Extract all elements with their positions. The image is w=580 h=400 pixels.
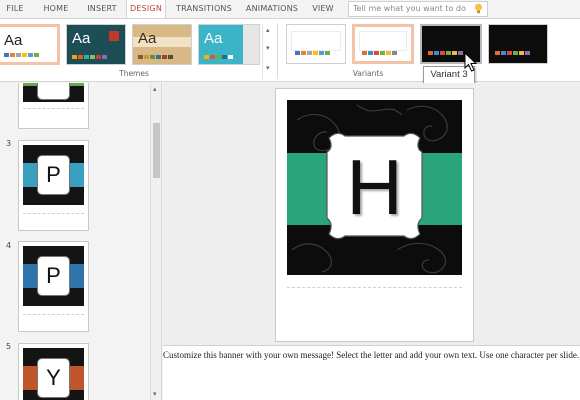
slide-number: 5 bbox=[6, 342, 12, 351]
tab-home[interactable]: HOME bbox=[36, 0, 76, 18]
theme-wood[interactable]: Aa bbox=[132, 24, 192, 65]
tab-design[interactable]: DESIGN bbox=[126, 0, 166, 19]
variant-1[interactable] bbox=[286, 24, 346, 64]
slide-thumbnail-3[interactable]: P bbox=[18, 140, 89, 231]
tell-me-search[interactable]: Tell me what you want to do bbox=[348, 1, 488, 17]
theme-sample-text: Aa bbox=[138, 30, 157, 47]
thumbnails-scrollbar[interactable]: ▴ ▾ bbox=[150, 83, 161, 400]
theme-office[interactable]: Aa bbox=[0, 24, 60, 65]
slide-letter[interactable]: H bbox=[327, 140, 422, 235]
thumbnail-letter: Y bbox=[37, 358, 70, 398]
thumbnail-divider bbox=[23, 108, 84, 109]
notes-pane[interactable]: Customize this banner with your own mess… bbox=[163, 345, 580, 400]
theme-color-swatches bbox=[72, 55, 107, 59]
thumbnail-divider bbox=[23, 314, 84, 315]
thumbnail-letter: P bbox=[37, 155, 70, 195]
theme-color-swatches bbox=[138, 55, 173, 59]
scrollbar-thumb[interactable] bbox=[153, 123, 160, 178]
thumbnail-letter-card bbox=[37, 83, 70, 100]
theme-accent-block bbox=[109, 31, 119, 41]
scroll-up-icon[interactable]: ▴ bbox=[153, 85, 157, 93]
design-ribbon: Aa Aa Aa Aa ▴ ▾ ▾ Themes Variants bbox=[0, 18, 580, 82]
current-slide[interactable]: H bbox=[275, 88, 474, 342]
variant-2[interactable] bbox=[352, 24, 414, 64]
tab-file[interactable]: FILE bbox=[0, 0, 30, 18]
chevron-down-icon[interactable]: ▾ bbox=[266, 44, 270, 52]
theme-blue[interactable]: Aa bbox=[198, 24, 260, 65]
themes-gallery-scroll[interactable]: ▴ ▾ ▾ bbox=[262, 24, 274, 80]
slide-thumbnail-4[interactable]: P bbox=[18, 241, 89, 332]
thumbnail-background bbox=[23, 83, 84, 102]
scroll-down-icon[interactable]: ▾ bbox=[153, 390, 157, 398]
more-icon[interactable]: ▾ bbox=[266, 64, 270, 72]
tell-me-placeholder: Tell me what you want to do bbox=[353, 4, 466, 13]
tab-animations[interactable]: ANIMATIONS bbox=[242, 0, 302, 18]
slide-background: H bbox=[287, 100, 462, 275]
variant-preview bbox=[291, 31, 341, 51]
theme-color-swatches bbox=[4, 53, 39, 57]
theme-color-swatches bbox=[204, 55, 233, 59]
slide-thumbnail-2[interactable] bbox=[18, 83, 89, 129]
slide-thumbnails-pane: 3 P 4 P 5 Y ▴ ▾ bbox=[0, 83, 162, 400]
theme-sample-text: Aa bbox=[4, 32, 23, 49]
tab-transitions[interactable]: TRANSITIONS bbox=[172, 0, 236, 18]
theme-sample-text: Aa bbox=[204, 30, 223, 47]
variant-swatches bbox=[295, 51, 330, 55]
themes-group-label: Themes bbox=[119, 69, 149, 78]
slide-number: 4 bbox=[6, 241, 12, 250]
tab-view[interactable]: VIEW bbox=[309, 0, 337, 18]
tab-insert[interactable]: INSERT bbox=[80, 0, 124, 18]
ribbon-tab-bar: FILE HOME INSERT DESIGN TRANSITIONS ANIM… bbox=[0, 0, 580, 19]
thumbnail-divider bbox=[23, 213, 84, 214]
lightbulb-icon bbox=[474, 3, 483, 14]
chevron-up-icon[interactable]: ▴ bbox=[266, 26, 270, 34]
theme-sample-text: Aa bbox=[72, 30, 91, 47]
thumbnail-letter: P bbox=[37, 256, 70, 296]
thumbnail-background: P bbox=[23, 145, 84, 205]
ribbon-divider bbox=[277, 23, 278, 79]
theme-dark-teal[interactable]: Aa bbox=[66, 24, 126, 65]
variant-preview bbox=[359, 31, 407, 51]
mouse-cursor-icon bbox=[464, 52, 478, 72]
slide-number: 3 bbox=[6, 139, 12, 148]
thumbnail-background: P bbox=[23, 246, 84, 306]
variant-swatches bbox=[362, 51, 397, 55]
variant-4[interactable] bbox=[488, 24, 548, 64]
notes-text[interactable]: Customize this banner with your own mess… bbox=[163, 349, 580, 362]
variant-swatches bbox=[428, 51, 463, 55]
thumbnail-background: Y bbox=[23, 348, 84, 400]
theme-side-panel bbox=[243, 25, 259, 64]
variants-group-label: Variants bbox=[352, 69, 384, 78]
slide-placeholder-divider bbox=[287, 287, 462, 288]
variant-swatches bbox=[495, 51, 530, 55]
slide-thumbnail-5[interactable]: Y bbox=[18, 343, 89, 400]
